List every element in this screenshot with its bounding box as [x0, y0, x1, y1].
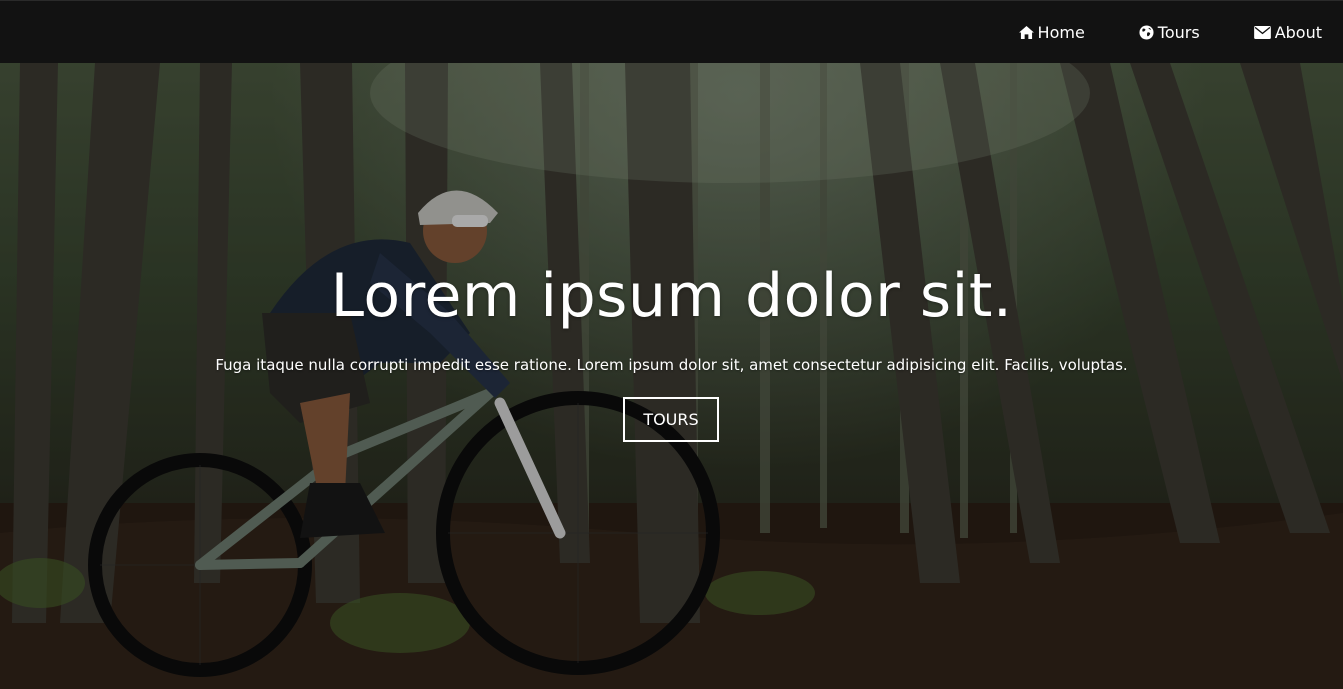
- nav-home-link[interactable]: Home: [1018, 22, 1085, 42]
- envelope-icon: [1253, 25, 1271, 39]
- hero-subtitle: Fuga itaque nulla corrupti impedit esse …: [215, 356, 1128, 374]
- tours-button[interactable]: TOURS: [623, 397, 719, 442]
- hero-title: Lorem ipsum dolor sit.: [330, 261, 1013, 331]
- nav-about-label: About: [1274, 22, 1322, 42]
- nav-links: Home Tours About: [1018, 1, 1343, 63]
- nav-tours-link[interactable]: Tours: [1139, 23, 1200, 42]
- nav-tours-label: Tours: [1157, 22, 1200, 42]
- home-icon: [1018, 25, 1034, 39]
- nav-home-label: Home: [1037, 22, 1085, 42]
- hero-dark-overlay: [0, 63, 1343, 689]
- globe-icon: [1139, 24, 1154, 40]
- nav-about-link[interactable]: About: [1253, 22, 1322, 42]
- navbar: Home Tours About: [0, 0, 1343, 63]
- hero-section: Lorem ipsum dolor sit. Fuga itaque nulla…: [0, 63, 1343, 689]
